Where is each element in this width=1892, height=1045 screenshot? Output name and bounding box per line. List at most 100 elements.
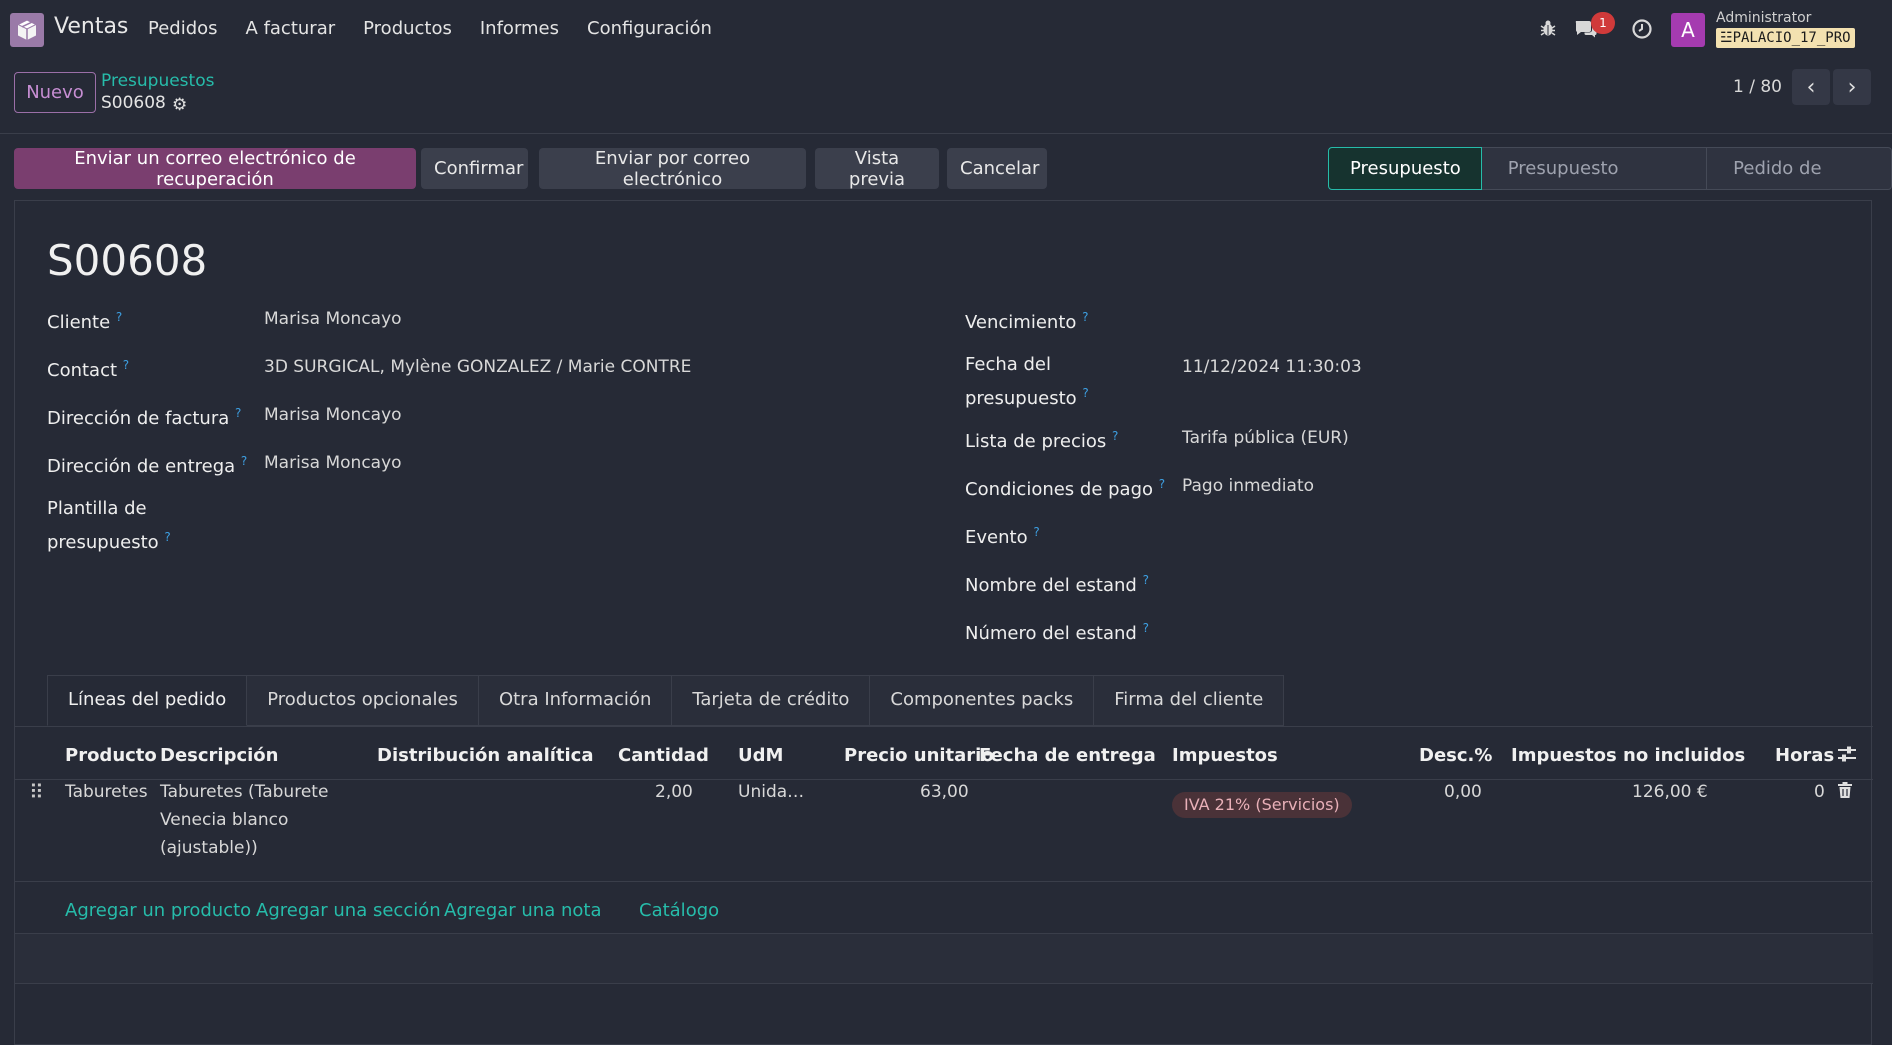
fecha-presupuesto-field[interactable]: 11/12/2024 11:30:03 (1182, 357, 1362, 377)
drag-handle-icon[interactable]: ⠿ (29, 778, 44, 806)
stage-presupuesto[interactable]: Presupuesto (1328, 147, 1482, 190)
app-box-icon[interactable] (10, 13, 44, 47)
column-header-udm[interactable]: UdM (738, 745, 783, 766)
pager-previous-button[interactable]: ‹ (1792, 69, 1830, 105)
lista-precios-field[interactable]: Tarifa pública (EUR) (1182, 428, 1349, 448)
menu-item-a-facturar[interactable]: A facturar (246, 18, 336, 39)
breadcrumb-current: S00608 (101, 93, 166, 113)
catalog-link[interactable]: Catálogo (639, 900, 719, 921)
cell-precio[interactable]: 63,00 (920, 778, 969, 806)
clock-icon (1632, 19, 1652, 39)
new-button[interactable]: Nuevo (14, 72, 96, 113)
tax-badge[interactable]: IVA 21% (Servicios) (1172, 792, 1352, 818)
column-header-producto[interactable]: Producto (65, 745, 157, 766)
help-icon[interactable]: ? (235, 406, 241, 420)
help-icon[interactable]: ? (1033, 525, 1039, 539)
sliders-icon (1838, 746, 1856, 762)
user-name[interactable]: Administrator (1716, 10, 1811, 26)
gear-icon[interactable]: ⚙ (172, 95, 187, 115)
menu-item-informes[interactable]: Informes (480, 18, 559, 39)
stage-pedido-de-venta[interactable]: Pedido de venta (1707, 147, 1892, 220)
send-by-email-button[interactable]: Enviar por correo electrónico (539, 148, 806, 190)
cell-descripcion[interactable]: Taburetes (Taburete Venecia blanco (ajusta… (160, 778, 328, 862)
database-name: PALACIO_17_PRO (1732, 30, 1851, 46)
app-name[interactable]: Ventas (54, 14, 128, 39)
help-icon[interactable]: ? (1143, 621, 1149, 635)
column-header-analitica[interactable]: Distribución analítica (377, 745, 594, 766)
numero-estand-label: Número del estand ? (965, 621, 1149, 644)
cell-horas[interactable]: 0 (1814, 778, 1825, 806)
direccion-entrega-field[interactable]: Marisa Moncayo (264, 453, 402, 473)
activity-clock-icon[interactable] (1630, 18, 1654, 42)
direccion-factura-field[interactable]: Marisa Moncayo (264, 405, 402, 425)
column-header-fecha-entrega[interactable]: Fecha de entrega (979, 745, 1156, 766)
pager-value[interactable]: 1 / 80 (1733, 77, 1782, 97)
column-header-subtotal[interactable]: Impuestos no incluidos (1511, 745, 1745, 766)
database-badge: ☳PALACIO_17_PRO (1716, 28, 1855, 48)
add-product-link[interactable]: Agregar un producto (65, 900, 251, 921)
menu-item-configuracion[interactable]: Configuración (587, 18, 712, 39)
optional-columns-sliders-icon[interactable] (1837, 745, 1857, 768)
add-note-link[interactable]: Agregar una nota (444, 900, 601, 921)
direccion-entrega-label: Dirección de entrega ? (47, 454, 248, 477)
help-icon[interactable]: ? (1082, 310, 1088, 324)
notebook-tabs: Líneas del pedido Productos opcionales O… (47, 675, 1285, 726)
stage-presupuesto-enviado[interactable]: Presupuesto enviado (1481, 147, 1708, 220)
cell-udm[interactable]: Unida… (738, 778, 804, 806)
help-icon[interactable]: ? (241, 454, 247, 468)
column-header-horas[interactable]: Horas (1775, 745, 1834, 766)
cell-subtotal: 126,00 € (1632, 782, 1708, 802)
tab-otra-informacion[interactable]: Otra Información (478, 675, 673, 726)
lista-precios-label: Lista de precios ? (965, 429, 1119, 452)
box-icon (16, 19, 38, 40)
cliente-label: Cliente ? (47, 310, 123, 333)
contact-field[interactable]: 3D SURGICAL, Mylène GONZALEZ / Marie CON… (264, 357, 691, 377)
cell-cantidad[interactable]: 2,00 (655, 778, 693, 806)
help-icon[interactable]: ? (1159, 477, 1165, 491)
tab-tarjeta-credito[interactable]: Tarjeta de crédito (672, 675, 871, 726)
help-icon[interactable]: ? (1082, 386, 1088, 400)
debug-bug-icon[interactable] (1536, 18, 1560, 42)
cancel-button[interactable]: Cancelar (947, 148, 1047, 189)
preview-button[interactable]: Vista previa (815, 148, 939, 190)
record-title: S00608 (47, 236, 208, 285)
column-header-impuestos[interactable]: Impuestos (1172, 745, 1278, 766)
column-header-desc[interactable]: Desc.% (1419, 745, 1492, 766)
help-icon[interactable]: ? (1143, 573, 1149, 587)
evento-label: Evento ? (965, 525, 1040, 548)
tab-productos-opcionales[interactable]: Productos opcionales (247, 675, 479, 726)
user-avatar[interactable]: A (1671, 13, 1705, 47)
row-separator (15, 881, 1873, 882)
cliente-field[interactable]: Marisa Moncayo (264, 309, 402, 329)
tab-firma-cliente[interactable]: Firma del cliente (1094, 675, 1285, 726)
menu-item-pedidos[interactable]: Pedidos (148, 18, 218, 39)
contact-label: Contact ? (47, 358, 130, 381)
help-icon[interactable]: ? (1112, 429, 1118, 443)
add-section-link[interactable]: Agregar una sección (256, 900, 441, 921)
confirm-button[interactable]: Confirmar (421, 148, 528, 189)
send-recovery-email-button[interactable]: Enviar un correo electrónico de recupera… (14, 148, 416, 190)
breadcrumb-parent-link[interactable]: Presupuestos (101, 71, 214, 91)
nombre-estand-label: Nombre del estand ? (965, 573, 1149, 596)
condiciones-pago-label: Condiciones de pago ? (965, 477, 1166, 500)
trash-icon (1838, 782, 1852, 798)
direccion-factura-label: Dirección de factura ? (47, 406, 242, 429)
pager-next-button[interactable]: › (1833, 69, 1871, 105)
order-lines-table: Producto Descripción Distribución analít… (15, 726, 1873, 984)
column-header-descripcion[interactable]: Descripción (160, 745, 279, 766)
cell-desc[interactable]: 0,00 (1444, 778, 1482, 806)
menu-item-productos[interactable]: Productos (363, 18, 452, 39)
column-header-precio[interactable]: Precio unitario (844, 745, 994, 766)
help-icon[interactable]: ? (116, 310, 122, 324)
fecha-presupuesto-label: Fecha del presupuesto ? (965, 354, 1089, 409)
help-icon[interactable]: ? (164, 530, 170, 544)
tab-componentes-packs[interactable]: Componentes packs (870, 675, 1095, 726)
messages-count-badge: 1 (1591, 12, 1615, 34)
tab-lineas-pedido[interactable]: Líneas del pedido (47, 675, 248, 726)
column-header-cantidad[interactable]: Cantidad (618, 745, 709, 766)
condiciones-pago-field[interactable]: Pago inmediato (1182, 476, 1314, 496)
row-separator (15, 983, 1873, 984)
help-icon[interactable]: ? (123, 358, 129, 372)
delete-row-trash-icon[interactable] (1838, 779, 1852, 807)
cell-producto[interactable]: Taburetes (65, 778, 148, 806)
